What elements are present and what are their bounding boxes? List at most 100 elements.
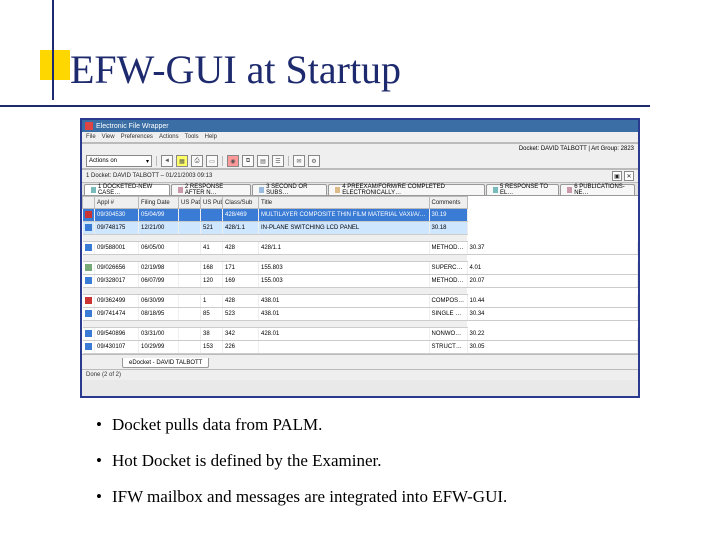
cell: 02/19/98 <box>139 262 179 275</box>
col-uspub[interactable]: US Pub <box>201 197 223 209</box>
tab-response-el[interactable]: 5 RESPONSE TO EL… <box>486 184 559 195</box>
cell: 428/1.1 <box>259 242 430 255</box>
cell: METHODS OF MAKING COMPLIANT SEMICONDUCTO… <box>429 275 467 288</box>
docket-owner-label: Docket: DAVID TALBOTT | Art Group: 2823 <box>519 146 634 152</box>
mail-icon[interactable]: ✉ <box>293 155 305 167</box>
panel-header: 1 Docket: DAVID TALBOTT – 01/21/2003 09:… <box>82 169 638 183</box>
copy-icon[interactable]: ⧉ <box>242 155 254 167</box>
table-row[interactable]: 09/74147408/18/9585523438.01SINGLE LAYER… <box>83 308 638 321</box>
bottom-tab-edocket[interactable]: eDocket - DAVID TALBOTT <box>122 358 209 368</box>
cell: 155.003 <box>259 275 430 288</box>
cell: 438.01 <box>259 308 430 321</box>
menu-actions[interactable]: Actions <box>159 134 179 140</box>
cell: 06/07/99 <box>139 275 179 288</box>
col-class[interactable]: Class/Sub <box>223 197 259 209</box>
cell: 226 <box>223 341 259 354</box>
table-row[interactable]: 09/58800106/05/0041428428/1.1METHOD OF C… <box>83 242 638 255</box>
nav-back-icon[interactable]: ◄ <box>161 155 173 167</box>
cell: 428/469 <box>223 209 259 222</box>
flag-icon <box>85 211 92 218</box>
menu-file[interactable]: File <box>86 134 96 140</box>
person-icon <box>85 244 92 251</box>
cell <box>179 262 201 275</box>
col-filing[interactable]: Filing Date <box>139 197 179 209</box>
col-icon[interactable] <box>83 197 95 209</box>
cell: 428/1.1 <box>223 222 259 235</box>
cell <box>179 222 201 235</box>
flag-icon[interactable]: ◉ <box>227 155 239 167</box>
panel-title: 1 Docket: DAVID TALBOTT – 01/21/2003 09:… <box>86 173 212 179</box>
table-row[interactable]: 09/54089603/31/0038342428.01NONWOVEN FAB… <box>83 328 638 341</box>
flag-icon <box>85 297 92 304</box>
cell: 09/430107 <box>95 341 139 354</box>
bullet-item: Hot Docket is defined by the Examiner. <box>96 451 656 471</box>
cell: 10.44 <box>467 295 638 308</box>
tab-icon <box>567 187 572 193</box>
menu-preferences[interactable]: Preferences <box>121 134 153 140</box>
bullet-item: Docket pulls data from PALM. <box>96 415 656 435</box>
cell: 09/748175 <box>95 222 139 235</box>
cell: 523 <box>223 308 259 321</box>
chevron-down-icon: ▾ <box>146 158 149 165</box>
cell: 120 <box>201 275 223 288</box>
tab-docketed-new-case[interactable]: 1 DOCKETED-NEW CASE… <box>84 184 170 195</box>
table-row[interactable]: 09/32801706/07/99120169155.003METHODS OF… <box>83 275 638 288</box>
cell: 1 <box>201 295 223 308</box>
cell: 41 <box>201 242 223 255</box>
cell: 168 <box>201 262 223 275</box>
cell <box>179 242 201 255</box>
cell: 30.22 <box>467 328 638 341</box>
cell: 09/304530 <box>95 209 139 222</box>
grid-header-row: Appl # Filing Date US Pat US Pub Class/S… <box>83 197 638 209</box>
view-icon[interactable]: ▤ <box>257 155 269 167</box>
table-row <box>83 321 638 328</box>
panel-pin-icon[interactable]: ▣ <box>612 171 622 181</box>
tab-icon <box>178 187 183 193</box>
menu-tools[interactable]: Tools <box>185 134 199 140</box>
table-row[interactable]: 09/36249906/30/991428438.01COMPOSITE LAM… <box>83 295 638 308</box>
category-tabstrip: 1 DOCKETED-NEW CASE… 2 RESPONSE AFTER N…… <box>82 183 638 196</box>
cell: 30.34 <box>467 308 638 321</box>
col-uspat[interactable]: US Pat <box>179 197 201 209</box>
actions-dropdown[interactable]: Actions on▾ <box>86 155 152 167</box>
menu-view[interactable]: View <box>102 134 115 140</box>
table-row[interactable]: 09/43010710/29/99153226STRUCTURAL ALUMIN… <box>83 341 638 354</box>
app-icon <box>85 122 93 130</box>
tree-icon[interactable]: ☰ <box>272 155 284 167</box>
cell: 09/328017 <box>95 275 139 288</box>
menu-help[interactable]: Help <box>205 134 217 140</box>
cell: 09/362499 <box>95 295 139 308</box>
print-icon[interactable]: ⎙ <box>191 155 203 167</box>
panel-close-icon[interactable]: ✕ <box>624 171 634 181</box>
tab-response-after[interactable]: 2 RESPONSE AFTER N… <box>171 184 251 195</box>
cell: 30.19 <box>429 209 467 222</box>
app-screenshot: Electronic File Wrapper File View Prefer… <box>80 118 640 398</box>
table-row[interactable]: 09/02665602/19/98168171155.803SUPERCONDU… <box>83 262 638 275</box>
footer-status-text: Done (2 of 2) <box>86 372 121 378</box>
tab-publications[interactable]: 6 PUBLICATIONS-NE… <box>560 184 635 195</box>
table-row <box>83 235 638 242</box>
footer-statusbar: Done (2 of 2) <box>82 369 638 380</box>
decor-square <box>40 50 70 80</box>
col-comments[interactable]: Comments <box>429 197 467 209</box>
table-row[interactable]: 09/74817512/21/00521428/1.1IN-PLANE SWIT… <box>83 222 638 235</box>
bullet-list: Docket pulls data from PALM. Hot Docket … <box>96 415 656 523</box>
cell: 342 <box>223 328 259 341</box>
tab-preexam[interactable]: 4 PREEXAM/FORM/RE COMPLETED ELECTRONICAL… <box>328 184 485 195</box>
bullet-item: IFW mailbox and messages are integrated … <box>96 487 656 507</box>
table-row[interactable]: 09/30453005/04/99428/469MULTILAYER COMPO… <box>83 209 638 222</box>
cell: 12/21/00 <box>139 222 179 235</box>
person-icon <box>85 224 92 231</box>
window-title-text: Electronic File Wrapper <box>96 123 169 130</box>
cell: COMPOSITE LAMINATED PANEL HAVING A UNIVE… <box>429 295 467 308</box>
cell: 05/04/99 <box>139 209 179 222</box>
tab-second-subs[interactable]: 3 SECOND OR SUBS… <box>252 184 327 195</box>
person-icon <box>85 330 92 337</box>
tool-icon[interactable]: ⚙ <box>308 155 320 167</box>
col-appl[interactable]: Appl # <box>95 197 139 209</box>
folder-icon[interactable]: ▦ <box>176 155 188 167</box>
toolbar-separator <box>222 156 223 166</box>
col-title[interactable]: Title <box>259 197 430 209</box>
cell: 428 <box>223 295 259 308</box>
page-icon[interactable]: ▭ <box>206 155 218 167</box>
